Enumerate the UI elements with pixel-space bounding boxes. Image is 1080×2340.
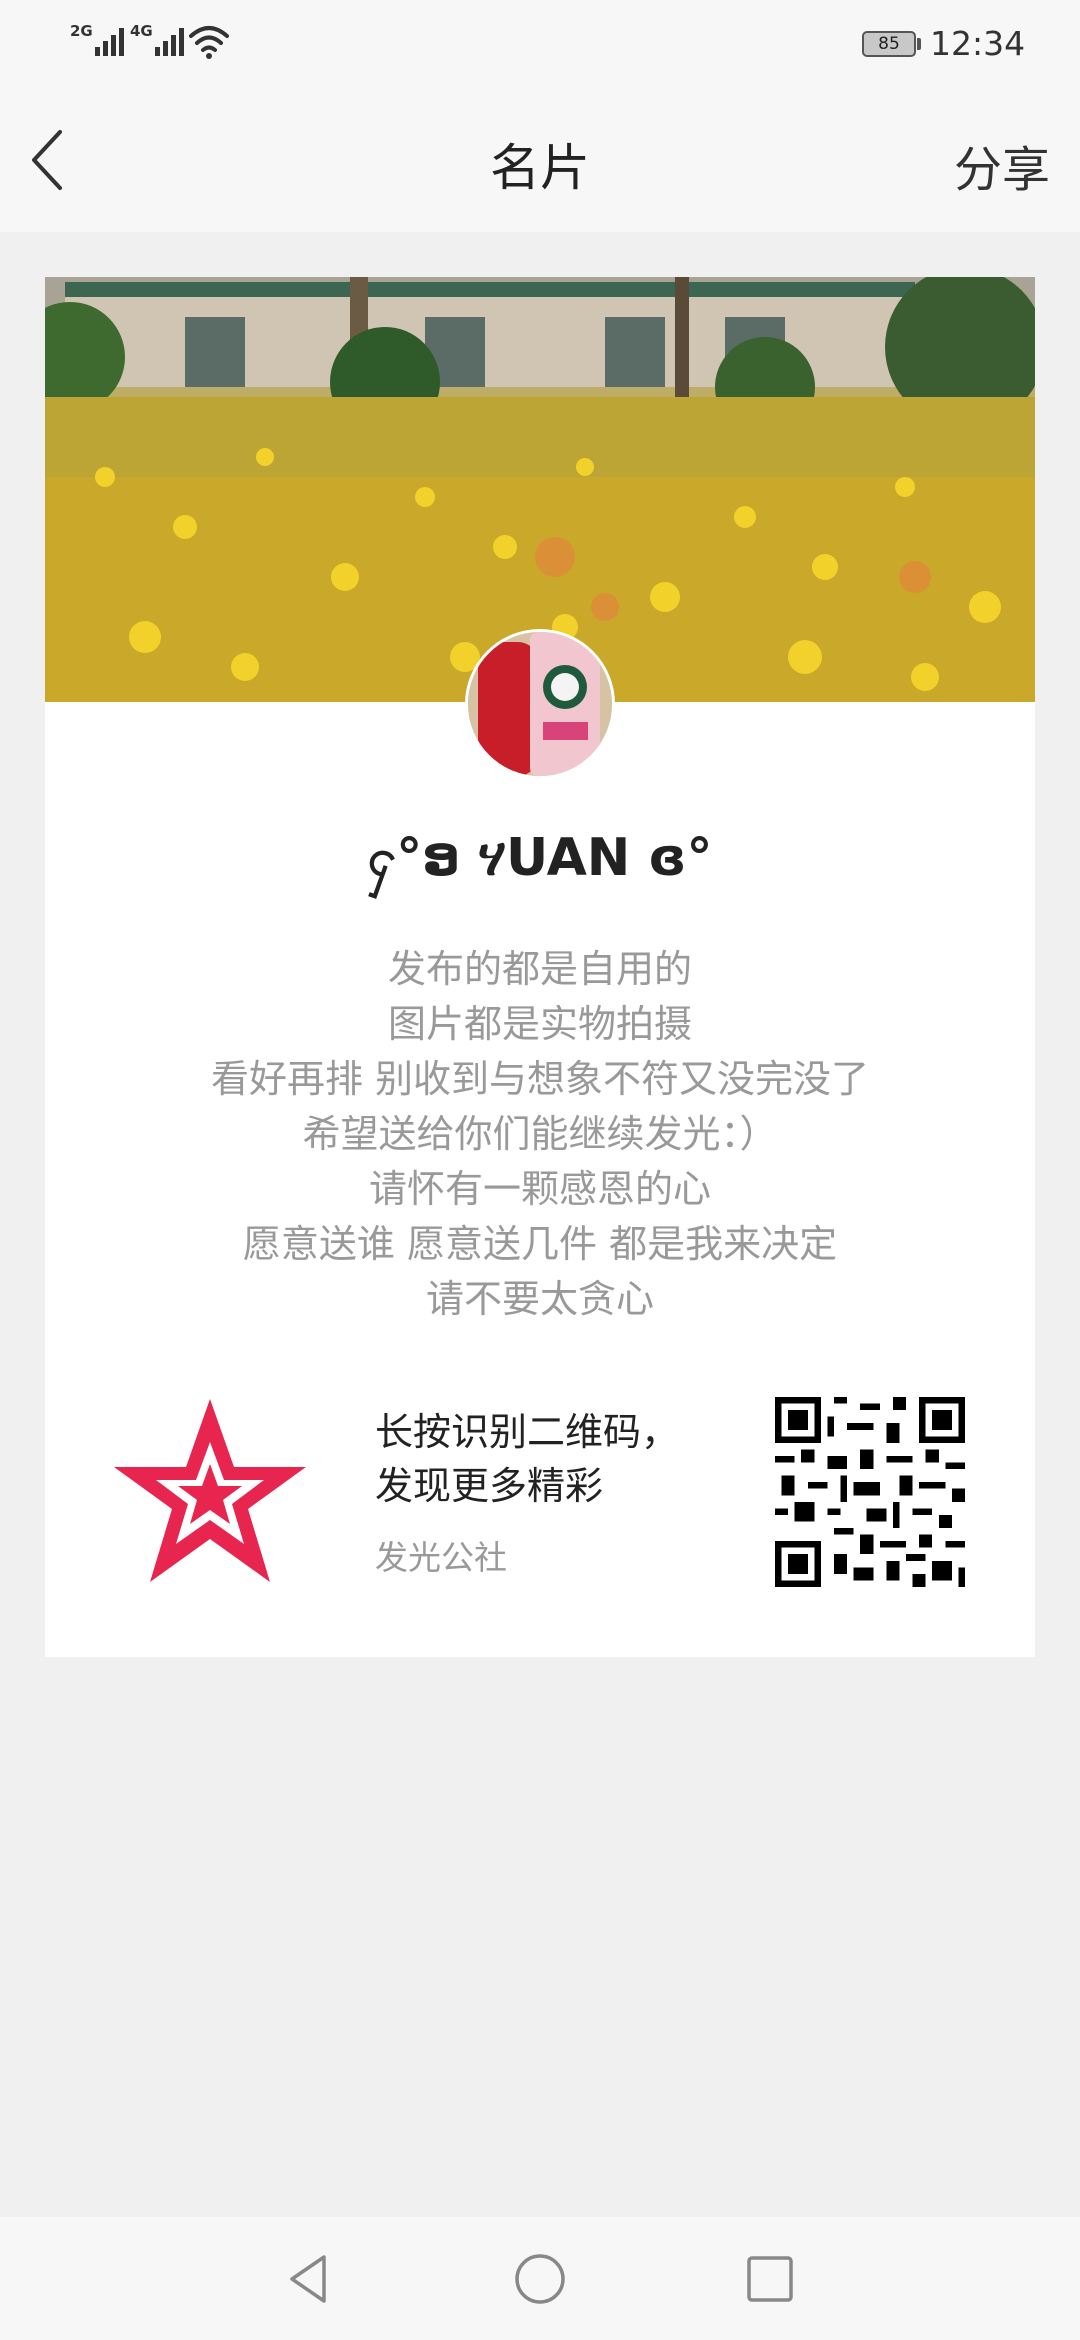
battery-icon: 85 [862,31,916,57]
wifi-icon [189,26,229,59]
square-recent-icon[interactable] [740,2249,800,2309]
bio-line: 请不要太贪心 [425,1277,654,1321]
status-bar: 2G 4G 85 12:34 [0,0,1080,90]
source-name: 发光公社 [375,1538,507,1577]
avatar [465,629,615,779]
username: ႁ°ອ ሃUAN ɞ° [367,828,713,888]
share-button[interactable]: 分享 [954,130,1050,200]
battery-tip [917,38,921,50]
bio-line: 希望送给你们能继续发光：） [302,1112,778,1156]
bio: 发布的都是自用的 图片都是实物拍摄 看好再排 别收到与想象不符又没完没了 希望送… [45,942,1035,1327]
sim1-label: 2G [70,22,93,40]
sim1-signal-icon: 2G [70,22,124,56]
bio-line: 请怀有一颗感恩的心 [368,1167,711,1211]
system-nav-bar [0,2217,1080,2340]
clock: 12:34 [930,24,1026,63]
triangle-back-icon[interactable] [280,2249,340,2309]
circle-home-icon[interactable] [510,2249,570,2309]
battery-level: 85 [878,34,900,54]
bio-line: 愿意送谁 愿意送几件 都是我来决定 [242,1222,838,1266]
qr-prompt-line2: 发现更多精彩 [375,1464,604,1508]
bio-line: 图片都是实物拍摄 [387,1002,692,1046]
avatar-image [468,632,612,776]
nav-bar: 名片 分享 [0,90,1080,232]
page-title: 名片 [490,139,590,197]
qr-prompt-line1: 长按识别二维码， [375,1410,680,1454]
bio-line: 看好再排 别收到与想象不符又没完没了 [210,1057,870,1101]
sim2-signal-icon: 4G [130,22,184,56]
profile-card: ႁ°ອ ሃUAN ɞ° 发布的都是自用的 图片都是实物拍摄 看好再排 别收到与想… [45,277,1035,1657]
star-logo-icon [114,1399,306,1582]
bio-line: 发布的都是自用的 [387,947,692,991]
qr-code[interactable] [775,1397,965,1587]
qr-prompt: 长按识别二维码， 发现更多精彩 发光公社 [375,1405,679,1579]
sim2-label: 4G [130,22,153,40]
